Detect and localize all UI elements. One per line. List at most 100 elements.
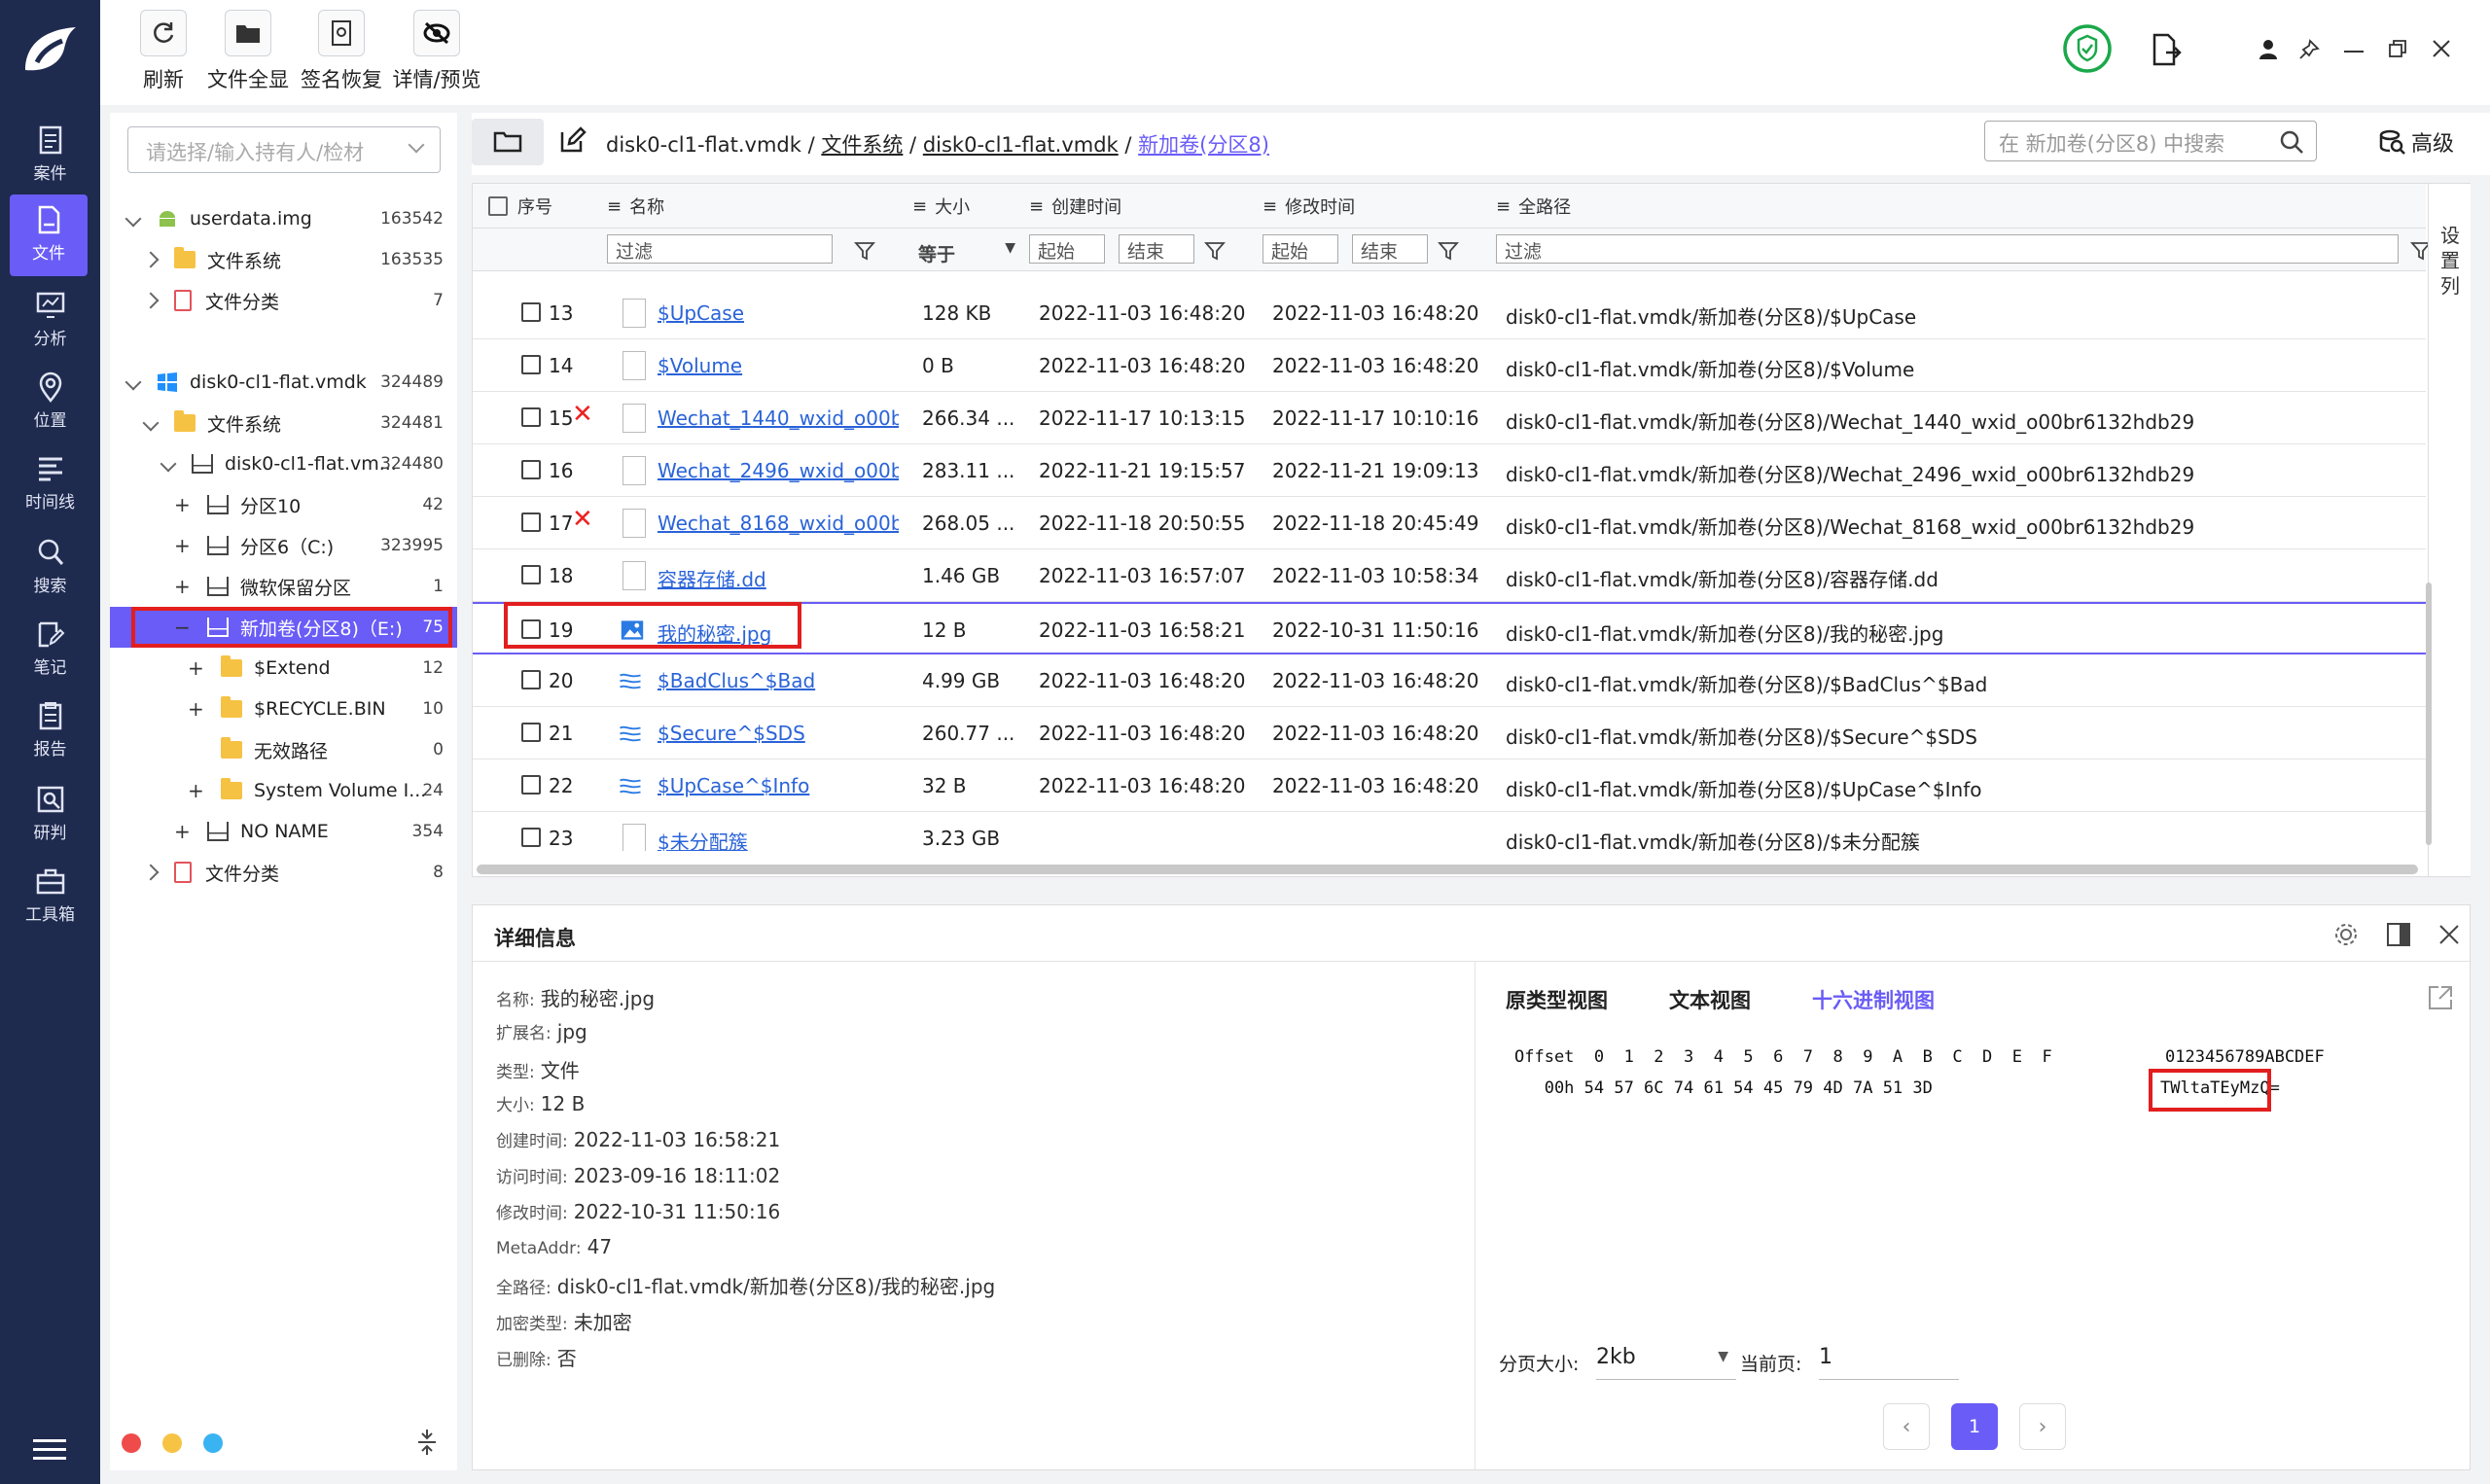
row-checkbox[interactable] [521, 828, 541, 847]
expand-icon[interactable]: + [174, 534, 191, 557]
breadcrumb-item[interactable]: disk0-cl1-flat.vmdk [923, 133, 1119, 157]
table-row[interactable]: 22 $UpCase^$Info 32 B 2022-11-03 16:48:20 20… [473, 760, 2426, 812]
nav-item-toolbox[interactable]: 工具箱 [0, 856, 100, 937]
edit-path-icon[interactable] [559, 126, 587, 154]
name-filter-input[interactable]: 过滤 [607, 234, 833, 264]
header-size[interactable]: ≡ 大小 [912, 184, 970, 229]
tree-node[interactable]: 文件分类 8 [110, 852, 457, 893]
tab-hex-view[interactable]: 十六进制视图 [1812, 985, 1935, 1014]
expand-icon[interactable]: + [188, 779, 204, 802]
table-row[interactable]: 16 Wechat_2496_wxid_o00br6 283.11 ... 2022-… [473, 444, 2426, 497]
row-checkbox[interactable] [521, 407, 541, 427]
table-row[interactable]: 20 $BadClus^$Bad 4.99 GB 2022-11-03 16:48:2… [473, 654, 2426, 707]
page-size-select[interactable]: 2kb ▼ [1596, 1339, 1736, 1380]
cell-name[interactable]: $Secure^$SDS [658, 722, 899, 745]
cell-name[interactable]: $UpCase [658, 301, 899, 325]
filter-icon[interactable] [1204, 240, 1226, 262]
expand-icon[interactable]: + [174, 820, 191, 843]
tree-node[interactable]: 文件分类 7 [110, 280, 457, 321]
chevron-right-icon[interactable] [142, 292, 160, 309]
nav-item-search[interactable]: 搜索 [0, 527, 100, 609]
size-filter-select[interactable]: 等于 ▼ [918, 240, 1015, 273]
ctime-start-input[interactable]: 起始 [1029, 234, 1105, 264]
header-ctime[interactable]: ≡ 创建时间 [1029, 184, 1121, 229]
row-checkbox[interactable] [521, 512, 541, 532]
row-checkbox[interactable] [521, 355, 541, 374]
filter-icon[interactable] [1438, 240, 1459, 262]
row-checkbox[interactable] [521, 460, 541, 479]
shield-check-icon[interactable] [2062, 23, 2113, 74]
chevron-right-icon[interactable] [142, 251, 160, 268]
pin-icon[interactable] [2298, 39, 2320, 60]
nav-item-location[interactable]: 位置 [0, 362, 100, 443]
tree-node[interactable]: disk0-cl1-flat.vmdk 324489 [110, 362, 457, 403]
row-checkbox[interactable] [521, 670, 541, 689]
cell-name[interactable]: $Volume [658, 354, 899, 377]
cell-name[interactable]: $UpCase^$Info [658, 774, 899, 797]
breadcrumb-current[interactable]: 新加卷(分区8) [1138, 133, 1269, 157]
chevron-down-icon[interactable] [160, 455, 177, 473]
page-1-button[interactable]: 1 [1951, 1403, 1998, 1450]
tab-text-view[interactable]: 文本视图 [1669, 985, 1751, 1014]
show-all-button[interactable]: 文件全显 [203, 10, 293, 99]
header-path[interactable]: ≡ 全路径 [1496, 184, 1571, 229]
tree-node[interactable]: + 微软保留分区 1 [110, 566, 457, 607]
tree-node[interactable]: + $Extend 12 [110, 648, 457, 689]
path-filter-input[interactable]: 过滤 [1496, 234, 2399, 264]
table-row[interactable]: 23 $未分配簇 3.23 GB disk0-cl1-flat.vmdk/新加卷(分区… [473, 812, 2426, 851]
menu-icon[interactable] [33, 1437, 66, 1463]
cell-name[interactable]: $未分配簇 [658, 827, 899, 851]
horizontal-scrollbar[interactable] [477, 865, 2418, 874]
cell-name[interactable]: Wechat_8168_wxid_o00br6 [658, 512, 899, 535]
cell-name[interactable]: 容器存储.dd [658, 564, 899, 592]
nav-item-analysis[interactable]: 分析 [0, 280, 100, 362]
detail-preview-button[interactable]: 详情/预览 [388, 10, 485, 99]
row-checkbox[interactable] [521, 565, 541, 584]
table-row[interactable]: 17 ✕ Wechat_8168_wxid_o00br6 268.05 ... 2022… [473, 497, 2426, 549]
browse-folder-button[interactable] [472, 119, 544, 165]
next-page-button[interactable]: › [2019, 1403, 2066, 1450]
expand-icon[interactable]: + [174, 493, 191, 516]
mtime-end-input[interactable]: 结束 [1352, 234, 1428, 264]
header-mtime[interactable]: ≡ 修改时间 [1263, 184, 1355, 229]
tree-node[interactable]: + NO NAME 354 [110, 811, 457, 852]
nav-item-case[interactable]: 案件 [0, 115, 100, 196]
header-name[interactable]: ≡ 名称 [607, 184, 664, 229]
table-row[interactable]: 21 $Secure^$SDS 260.77 ... 2022-11-03 16:48… [473, 707, 2426, 760]
row-checkbox[interactable] [521, 302, 541, 322]
external-open-icon[interactable] [2426, 983, 2455, 1012]
ctime-end-input[interactable]: 结束 [1119, 234, 1194, 264]
tab-native-view[interactable]: 原类型视图 [1506, 985, 1608, 1014]
column-settings[interactable]: 设置列 [2428, 184, 2471, 876]
tree-node[interactable]: + 分区6（C:) 323995 [110, 525, 457, 566]
chevron-down-icon[interactable] [124, 373, 142, 391]
signature-recover-button[interactable]: 签名恢复 [297, 10, 386, 99]
row-checkbox[interactable] [521, 775, 541, 795]
search-input[interactable]: 在 新加卷(分区8) 中搜索 [1984, 121, 2317, 161]
table-row[interactable]: 13 $UpCase 128 KB 2022-11-03 16:48:20 2022-1… [473, 287, 2426, 339]
table-row[interactable]: 18 容器存储.dd 1.46 GB 2022-11-03 16:57:07 2022-… [473, 549, 2426, 602]
expand-icon[interactable]: + [188, 656, 204, 680]
cell-name[interactable]: Wechat_2496_wxid_o00br6 [658, 459, 899, 482]
mtime-start-input[interactable]: 起始 [1263, 234, 1338, 264]
close-button[interactable] [2432, 39, 2451, 58]
chevron-down-icon[interactable] [142, 414, 160, 432]
breadcrumb-item[interactable]: disk0-cl1-flat.vmdk [606, 133, 801, 157]
tree-node[interactable]: 无效路径 0 [110, 729, 457, 770]
nav-item-file[interactable]: 文件 [10, 194, 88, 276]
expand-icon[interactable]: + [188, 697, 204, 721]
chevron-down-icon[interactable] [124, 210, 142, 228]
nav-item-judge[interactable]: 研判 [0, 774, 100, 856]
export-file-icon[interactable] [2151, 33, 2182, 66]
table-row[interactable]: 15 ✕ Wechat_1440_wxid_o00br6 266.34 ... 2022… [473, 392, 2426, 444]
tree-node[interactable]: disk0-cl1-flat.vm... 324480 [110, 443, 457, 484]
nav-item-note[interactable]: 笔记 [0, 609, 100, 690]
select-all-checkbox[interactable]: 序号 [488, 184, 552, 229]
tree-node[interactable]: userdata.img 163542 [110, 198, 457, 239]
current-page-input[interactable]: 1 [1819, 1339, 1959, 1380]
hex-row[interactable]: 00h 54 57 6C 74 61 54 45 79 4D 7A 51 3D [1514, 1078, 1933, 1098]
breadcrumb-item[interactable]: 文件系统 [821, 133, 903, 157]
table-row[interactable]: 14 $Volume 0 B 2022-11-03 16:48:20 2022-11-0… [473, 339, 2426, 392]
collapse-all-icon[interactable] [416, 1428, 438, 1457]
nav-item-timeline[interactable]: 时间线 [0, 443, 100, 525]
